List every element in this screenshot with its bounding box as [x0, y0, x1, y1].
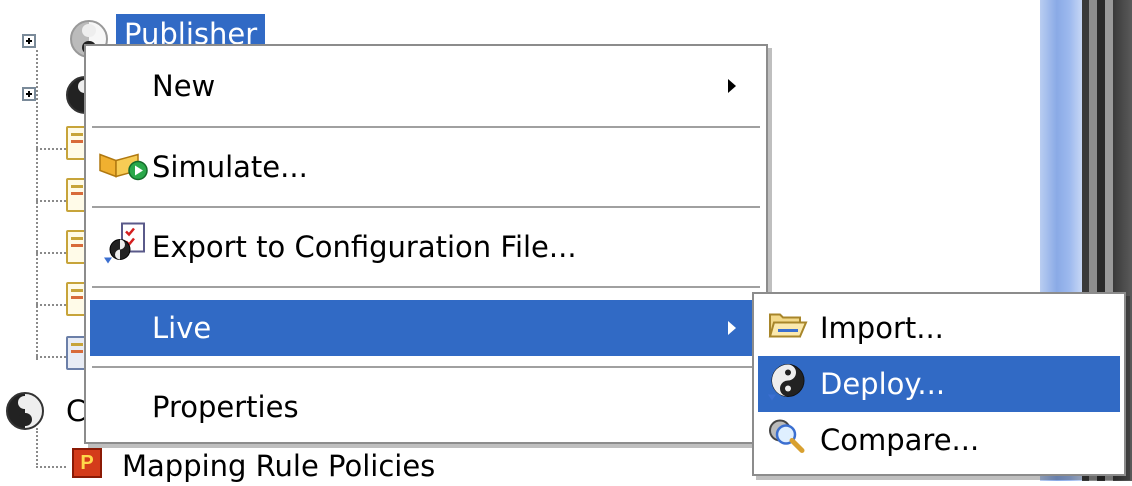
tree-guide-line	[36, 50, 38, 360]
tree-connector	[36, 200, 66, 202]
menu-item-new[interactable]: New	[90, 54, 762, 118]
menu-item-label: New	[152, 69, 216, 103]
policy-icon: P	[72, 448, 102, 478]
tree-connector	[36, 466, 66, 468]
tree-item-mapping-rule-policies[interactable]: Mapping Rule Policies	[122, 446, 435, 486]
menu-item-label: Export to Configuration File...	[152, 230, 577, 264]
menu-item-simulate[interactable]: Simulate...	[90, 136, 762, 198]
submenu-item-label: Deploy...	[820, 367, 946, 401]
folder-open-icon	[768, 309, 808, 348]
menu-separator	[92, 286, 760, 288]
tree-connector	[36, 356, 66, 358]
menu-separator	[92, 206, 760, 208]
live-submenu: Import... Deploy... Compare...	[752, 292, 1126, 476]
compare-icon	[766, 417, 810, 464]
expand-icon[interactable]	[22, 34, 36, 48]
menu-item-label: Live	[152, 311, 212, 345]
submenu-arrow-icon	[728, 321, 736, 335]
menu-item-export[interactable]: Export to Configuration File...	[90, 216, 762, 278]
context-menu: New Simulate... Export to Configuration …	[84, 44, 768, 444]
submenu-item-import[interactable]: Import...	[758, 300, 1120, 356]
tree-guide-line	[36, 428, 38, 468]
submenu-arrow-icon	[728, 79, 736, 93]
tree-connector	[36, 148, 66, 150]
export-icon	[98, 222, 150, 273]
submenu-item-deploy[interactable]: Deploy...	[758, 356, 1120, 412]
submenu-item-label: Compare...	[820, 423, 980, 457]
menu-item-label: Properties	[152, 390, 299, 424]
root-node-icon	[6, 392, 44, 430]
menu-separator	[92, 126, 760, 128]
submenu-item-label: Import...	[820, 311, 944, 345]
menu-item-live[interactable]: Live	[90, 300, 762, 356]
deploy-icon	[766, 361, 810, 408]
submenu-item-compare[interactable]: Compare...	[758, 412, 1120, 468]
tree-connector	[36, 252, 66, 254]
tree-connector	[36, 304, 66, 306]
expand-icon[interactable]	[22, 87, 36, 101]
simulate-icon	[98, 147, 150, 188]
menu-item-label: Simulate...	[152, 150, 308, 184]
menu-item-properties[interactable]: Properties	[90, 376, 762, 438]
menu-separator	[92, 366, 760, 368]
